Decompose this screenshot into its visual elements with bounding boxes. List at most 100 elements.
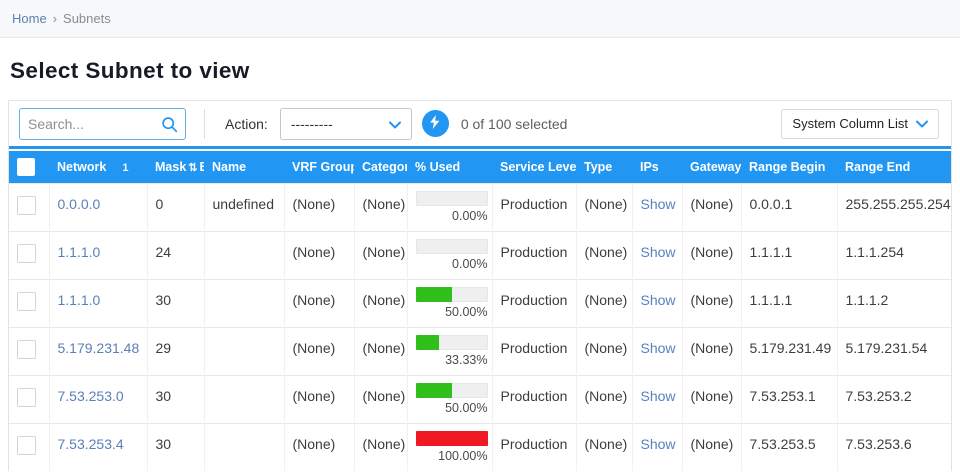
cell-select: [9, 423, 49, 471]
cell-network: 5.179.231.48: [49, 327, 147, 375]
cell-used: 0.00%: [407, 231, 492, 279]
column-header-type[interactable]: Type: [576, 151, 632, 183]
cell-name: [204, 423, 284, 471]
cell-ips-link[interactable]: Show: [641, 244, 676, 260]
usage-bar: [416, 335, 488, 350]
usage-bar: [416, 191, 488, 206]
row-checkbox[interactable]: [17, 388, 36, 407]
usage-bar-fill: [416, 431, 488, 446]
cell-category: (None): [354, 279, 407, 327]
cell-range-begin: 1.1.1.1: [741, 279, 837, 327]
cell-mask-bits: 30: [147, 279, 204, 327]
cell-name: [204, 231, 284, 279]
cell-type: (None): [576, 327, 632, 375]
breadcrumb-home-link[interactable]: Home: [12, 11, 47, 26]
column-header-gateway[interactable]: Gateway: [682, 151, 741, 183]
row-checkbox[interactable]: [17, 244, 36, 263]
cell-network-link[interactable]: 0.0.0.0: [58, 196, 101, 212]
table-row: 1.1.1.030(None)(None)50.00%Production(No…: [9, 279, 951, 327]
table-row: 7.53.253.430(None)(None)100.00%Productio…: [9, 423, 951, 471]
cell-network: 7.53.253.4: [49, 423, 147, 471]
cell-select: [9, 327, 49, 375]
cell-gateway: (None): [682, 423, 741, 471]
column-header-service-level[interactable]: Service Level: [492, 151, 576, 183]
cell-service-level: Production: [492, 183, 576, 231]
cell-used: 50.00%: [407, 279, 492, 327]
cell-mask-bits: 24: [147, 231, 204, 279]
cell-select: [9, 183, 49, 231]
cell-ips: Show: [632, 375, 682, 423]
cell-category: (None): [354, 327, 407, 375]
cell-select: [9, 375, 49, 423]
cell-vrf-group: (None): [284, 183, 354, 231]
cell-range-begin: 1.1.1.1: [741, 231, 837, 279]
cell-mask-bits: 30: [147, 375, 204, 423]
usage-bar: [416, 287, 488, 302]
cell-network-link[interactable]: 7.53.253.4: [58, 436, 124, 452]
cell-name: undefined: [204, 183, 284, 231]
cell-network-link[interactable]: 1.1.1.0: [58, 292, 101, 308]
search-input[interactable]: [28, 116, 157, 132]
cell-range-begin: 7.53.253.5: [741, 423, 837, 471]
table-row: 5.179.231.4829(None)(None)33.33%Producti…: [9, 327, 951, 375]
column-header-ips[interactable]: IPs: [632, 151, 682, 183]
row-checkbox[interactable]: [17, 196, 36, 215]
column-header-range-end[interactable]: Range End: [837, 151, 951, 183]
cell-range-end: 1.1.1.2: [837, 279, 951, 327]
row-checkbox[interactable]: [17, 292, 36, 311]
cell-service-level: Production: [492, 327, 576, 375]
cell-gateway: (None): [682, 327, 741, 375]
cell-network: 7.53.253.0: [49, 375, 147, 423]
column-header-category[interactable]: Category: [354, 151, 407, 183]
select-all-checkbox[interactable]: [17, 158, 35, 176]
usage-percent-label: 0.00%: [416, 209, 488, 223]
cell-range-end: 255.255.255.254: [837, 183, 951, 231]
action-select[interactable]: ---------: [280, 108, 412, 140]
column-header-vrf-group[interactable]: VRF Group: [284, 151, 354, 183]
cell-network-link[interactable]: 1.1.1.0: [58, 244, 101, 260]
cell-network-link[interactable]: 5.179.231.48: [58, 340, 140, 356]
sort-arrows-icon: ⇅: [188, 162, 197, 174]
cell-ips-link[interactable]: Show: [641, 292, 676, 308]
table-row: 0.0.0.00undefined(None)(None)0.00%Produc…: [9, 183, 951, 231]
search-icon[interactable]: [161, 116, 178, 138]
cell-network: 0.0.0.0: [49, 183, 147, 231]
cell-used: 50.00%: [407, 375, 492, 423]
cell-mask-bits: 0: [147, 183, 204, 231]
chevron-down-icon: [389, 116, 401, 132]
column-header-name[interactable]: Name: [204, 151, 284, 183]
select-all-header: [9, 151, 49, 183]
cell-ips-link[interactable]: Show: [641, 196, 676, 212]
cell-used: 0.00%: [407, 183, 492, 231]
cell-category: (None): [354, 423, 407, 471]
column-header-mask-bits[interactable]: Mask⇅Bits: [147, 151, 204, 183]
column-header-range-begin[interactable]: Range Begin: [741, 151, 837, 183]
row-checkbox[interactable]: [17, 436, 36, 455]
cell-gateway: (None): [682, 375, 741, 423]
cell-category: (None): [354, 183, 407, 231]
apply-action-button[interactable]: [422, 110, 449, 137]
column-list-select[interactable]: System Column List: [781, 109, 939, 139]
cell-ips-link[interactable]: Show: [641, 388, 676, 404]
breadcrumb-separator: ›: [53, 11, 57, 26]
cell-network-link[interactable]: 7.53.253.0: [58, 388, 124, 404]
cell-gateway: (None): [682, 279, 741, 327]
column-header-used[interactable]: % Used: [407, 151, 492, 183]
cell-vrf-group: (None): [284, 423, 354, 471]
row-checkbox[interactable]: [17, 340, 36, 359]
cell-range-begin: 0.0.0.1: [741, 183, 837, 231]
cell-gateway: (None): [682, 183, 741, 231]
subnet-panel: Action: --------- 0 of 100 selected Syst…: [8, 100, 952, 471]
cell-network: 1.1.1.0: [49, 231, 147, 279]
cell-ips-link[interactable]: Show: [641, 436, 676, 452]
cell-ips-link[interactable]: Show: [641, 340, 676, 356]
column-header-network[interactable]: Network1: [49, 151, 147, 183]
usage-bar: [416, 239, 488, 254]
cell-name: [204, 375, 284, 423]
cell-network: 1.1.1.0: [49, 279, 147, 327]
cell-ips: Show: [632, 183, 682, 231]
cell-gateway: (None): [682, 231, 741, 279]
action-select-value: ---------: [291, 116, 333, 132]
usage-bar-fill: [416, 383, 452, 398]
cell-range-end: 1.1.1.254: [837, 231, 951, 279]
